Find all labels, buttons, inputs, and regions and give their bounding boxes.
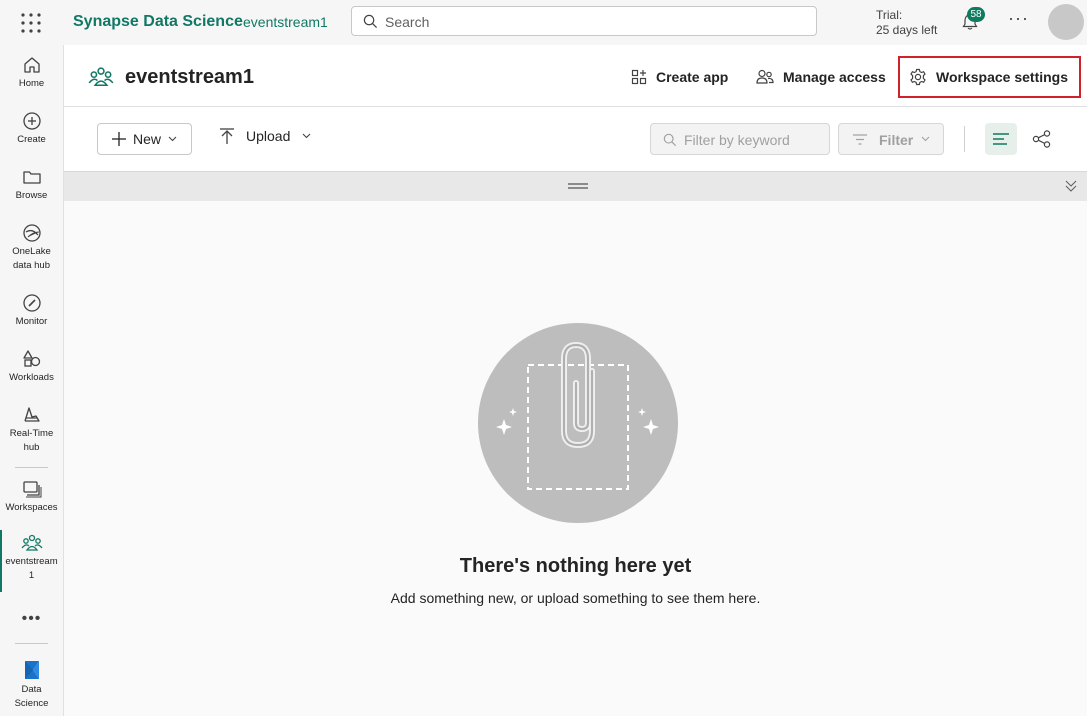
new-label: New xyxy=(133,131,162,147)
nav-item-create[interactable]: Create xyxy=(0,111,63,147)
workloads-icon xyxy=(0,349,63,369)
trial-label: Trial: xyxy=(876,8,903,22)
upload-icon xyxy=(220,128,234,144)
empty-state-description: Add something new, or upload something t… xyxy=(390,590,761,606)
rail-divider xyxy=(15,643,48,644)
nav-label-browse: Browse xyxy=(15,190,48,201)
manage-access-button[interactable]: Manage access xyxy=(756,60,886,94)
workspace-header: eventstream1 Create app Manage access Wo… xyxy=(64,45,1087,107)
workspace-settings-button[interactable]: Workspace settings xyxy=(898,56,1082,98)
filter-label: Filter xyxy=(879,132,914,148)
app-name[interactable]: Synapse Data Science xyxy=(73,13,243,31)
pane-splitter[interactable] xyxy=(64,172,1087,201)
workspace-breadcrumb[interactable]: eventstream1 xyxy=(243,14,328,30)
monitor-icon xyxy=(0,293,63,313)
search-icon xyxy=(363,14,378,29)
workspaces-icon xyxy=(0,479,63,499)
page-title: eventstream1 xyxy=(125,66,254,88)
nav-item-data-science[interactable]: Data Science xyxy=(0,659,63,711)
data-science-icon xyxy=(0,659,63,681)
workspace-people-icon xyxy=(88,65,114,89)
nav-label-workspaces: Workspaces xyxy=(5,502,58,513)
empty-state-illustration xyxy=(478,323,678,523)
search-input[interactable]: Search xyxy=(351,6,817,36)
nav-label-data-science: Data Science xyxy=(14,684,49,709)
new-button[interactable]: New xyxy=(97,123,192,155)
trial-status[interactable]: Trial: 25 days left xyxy=(876,8,937,38)
nav-item-home[interactable]: Home xyxy=(0,55,63,91)
plus-icon xyxy=(112,132,126,146)
create-app-button[interactable]: Create app xyxy=(631,60,728,94)
list-view-button[interactable] xyxy=(985,123,1017,155)
upload-button[interactable]: Upload xyxy=(220,128,311,144)
manage-access-label: Manage access xyxy=(783,69,886,85)
nav-label-realtime-hub: Real-Time hub xyxy=(9,428,54,453)
workspace-people-icon xyxy=(0,533,63,553)
toolbar-divider xyxy=(964,126,965,152)
realtime-icon xyxy=(0,405,63,425)
workspace-settings-label: Workspace settings xyxy=(936,69,1069,85)
empty-state-title: There's nothing here yet xyxy=(459,555,692,577)
rail-divider xyxy=(15,467,48,468)
filter-button[interactable]: Filter xyxy=(838,123,944,155)
gear-icon xyxy=(909,68,927,86)
trial-days: 25 days left xyxy=(876,23,938,37)
folder-icon xyxy=(0,167,63,187)
more-options-icon[interactable]: ··· xyxy=(1008,8,1029,29)
filter-keyword-input[interactable]: Filter by keyword xyxy=(650,123,830,155)
nav-label-create: Create xyxy=(17,134,46,145)
search-placeholder: Search xyxy=(385,14,430,30)
nav-item-workspaces[interactable]: Workspaces xyxy=(0,479,63,515)
upload-label: Upload xyxy=(246,128,291,144)
nav-item-browse[interactable]: Browse xyxy=(0,167,63,203)
app-launcher-icon[interactable] xyxy=(20,12,42,34)
home-icon xyxy=(0,55,63,75)
nav-label-workloads: Workloads xyxy=(9,372,54,383)
left-nav-rail: Home Create Browse OneLake data hub Moni… xyxy=(0,45,64,716)
chevron-down-icon xyxy=(168,136,177,142)
top-bar: Synapse Data Science eventstream1 Search… xyxy=(0,0,1087,45)
create-app-icon xyxy=(631,69,647,85)
lineage-view-icon[interactable] xyxy=(1032,130,1052,148)
nav-more-icon[interactable]: ••• xyxy=(0,610,63,628)
nav-label-monitor: Monitor xyxy=(15,316,48,327)
chevron-down-icon xyxy=(921,136,930,142)
toolbar: New Upload Filter by keyword Filter xyxy=(64,107,1087,172)
drag-handle-icon[interactable] xyxy=(568,183,588,189)
search-icon xyxy=(663,133,677,147)
filter-placeholder: Filter by keyword xyxy=(684,132,790,148)
nav-label-onelake: OneLake data hub xyxy=(12,246,51,271)
nav-item-eventstream1[interactable]: eventstream 1 xyxy=(0,533,63,583)
nav-item-monitor[interactable]: Monitor xyxy=(0,293,63,329)
double-chevron-down-icon[interactable] xyxy=(1065,180,1077,192)
nav-label-home: Home xyxy=(18,78,45,89)
plus-circle-icon xyxy=(0,111,63,131)
notification-count-badge: 58 xyxy=(967,7,985,22)
chevron-down-icon xyxy=(302,133,311,139)
create-app-label: Create app xyxy=(656,69,729,85)
nav-item-workloads[interactable]: Workloads xyxy=(0,349,63,385)
nav-item-realtime-hub[interactable]: Real-Time hub xyxy=(0,405,63,455)
people-icon xyxy=(756,69,774,85)
paperclip-icon xyxy=(496,341,659,490)
filter-icon xyxy=(853,134,867,145)
nav-item-onelake[interactable]: OneLake data hub xyxy=(0,223,63,273)
nav-label-eventstream1: eventstream 1 xyxy=(5,556,58,581)
onelake-icon xyxy=(0,223,63,243)
avatar[interactable] xyxy=(1048,4,1084,40)
